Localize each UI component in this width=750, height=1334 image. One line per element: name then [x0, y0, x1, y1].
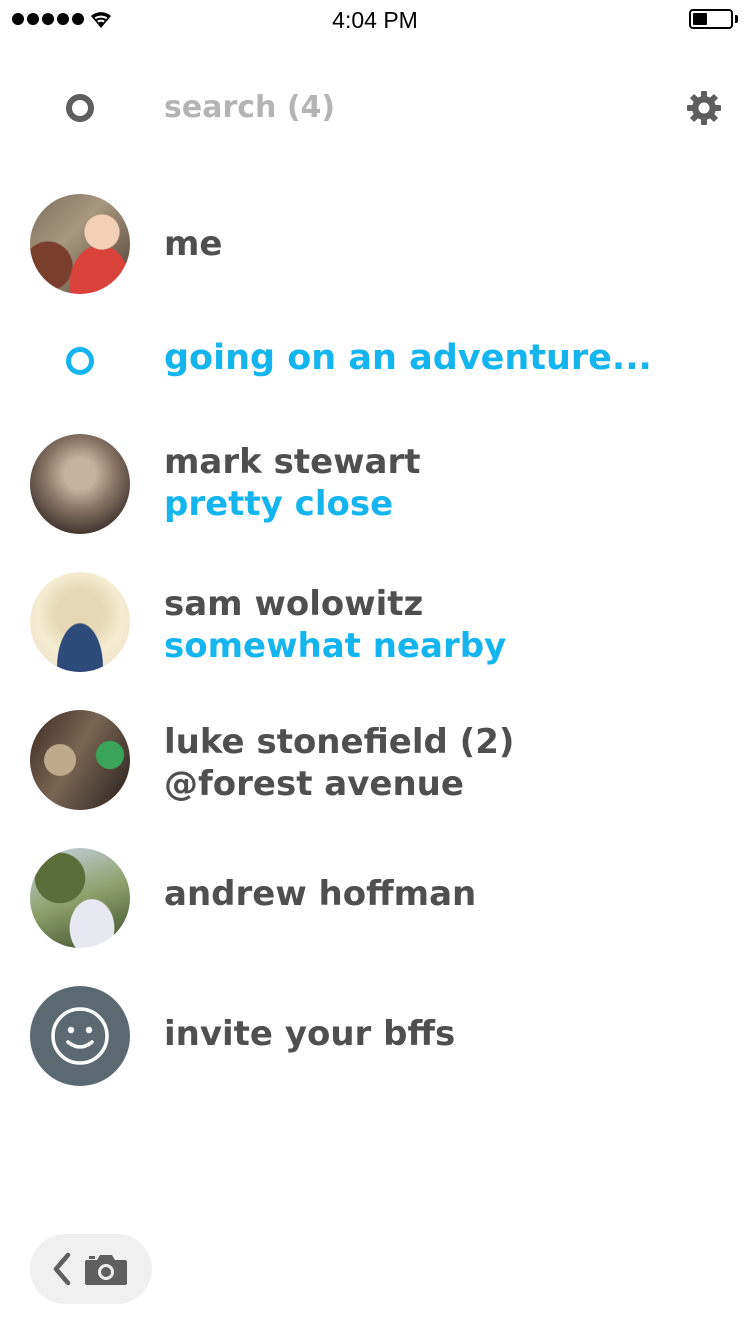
avatar	[30, 572, 130, 672]
friend-status: somewhat nearby	[164, 626, 507, 666]
ring-icon[interactable]	[66, 347, 94, 375]
clock: 4:04 PM	[332, 7, 418, 33]
friend-status: pretty close	[164, 484, 394, 524]
friend-name: andrew hoffman	[164, 874, 477, 914]
avatar	[30, 194, 130, 294]
smiley-icon	[51, 1007, 109, 1065]
friend-row-mark-stewart[interactable]: mark stewart pretty close	[0, 434, 750, 538]
friend-name: sam wolowitz	[164, 584, 424, 624]
gear-icon[interactable]	[685, 89, 723, 127]
chevron-left-icon	[53, 1252, 71, 1286]
avatar	[30, 434, 130, 534]
invite-label: invite your bffs	[164, 1014, 456, 1054]
search-input[interactable]	[164, 84, 604, 130]
me-row[interactable]: me	[0, 194, 750, 298]
battery-tip	[735, 15, 738, 23]
battery-icon	[689, 9, 733, 29]
invite-row[interactable]: invite your bffs	[0, 986, 750, 1090]
friend-name: luke stonefield (2)	[164, 722, 515, 762]
friend-row-sam-wolowitz[interactable]: sam wolowitz somewhat nearby	[0, 572, 750, 676]
back-to-camera-button[interactable]	[30, 1234, 152, 1304]
adventure-status[interactable]: going on an adventure...	[164, 338, 652, 378]
friend-row-andrew-hoffman[interactable]: andrew hoffman	[0, 848, 750, 952]
me-label: me	[164, 224, 223, 264]
camera-icon	[85, 1255, 127, 1285]
avatar	[30, 848, 130, 948]
friend-row-luke-stonefield[interactable]: luke stonefield (2) @forest avenue	[0, 710, 750, 814]
invite-avatar	[30, 986, 130, 1086]
ring-icon[interactable]	[66, 94, 94, 122]
friend-status: @forest avenue	[164, 764, 464, 804]
status-bar: 4:04 PM	[0, 0, 750, 40]
friend-name: mark stewart	[164, 442, 421, 482]
avatar	[30, 710, 130, 810]
